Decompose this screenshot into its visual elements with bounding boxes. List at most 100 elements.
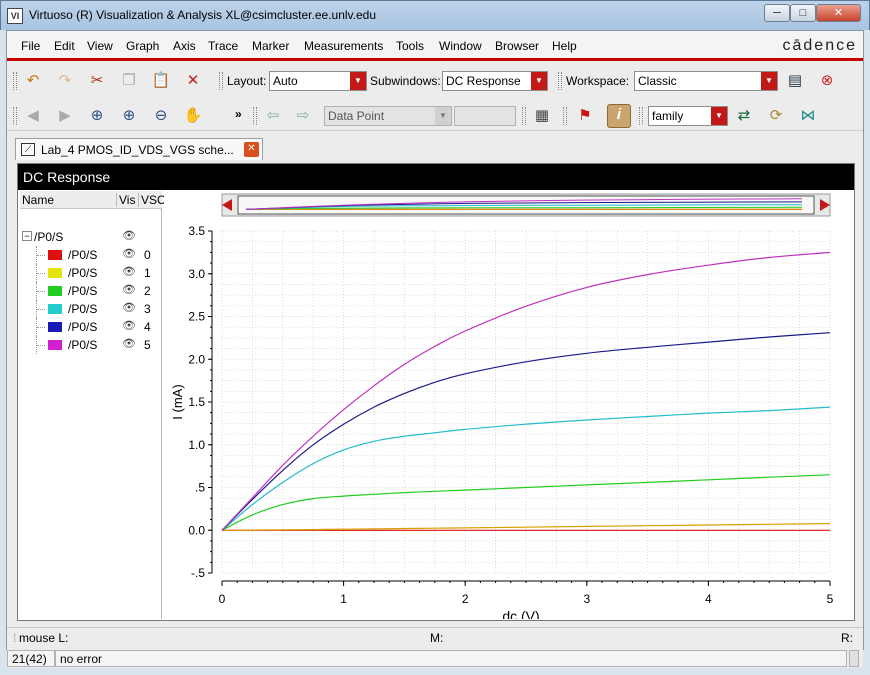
toolbar-grip[interactable] [253,107,257,125]
trace-item-3[interactable]: /P0/S 👁 3 [20,300,162,318]
y-tick-label: 0.0 [188,523,205,537]
toolbar-grip[interactable] [13,107,17,125]
toolbar-grip[interactable] [639,107,643,125]
menu-browser[interactable]: Browser [495,39,539,53]
chevron-down-icon: ▼ [761,72,777,90]
close-button[interactable]: ✕ [816,4,861,22]
redo-icon[interactable]: ↷ [55,71,75,91]
data-point-input[interactable] [454,106,516,126]
x-tick-label: 3 [583,592,590,606]
column-vis-header[interactable]: Vis [116,193,135,207]
toolbar-grip[interactable] [522,107,526,125]
zoom-out-icon[interactable]: ⊖ [151,106,171,126]
forward-icon[interactable]: ▶ [55,106,75,126]
info-icon[interactable]: i [607,104,631,128]
tree-root-row[interactable]: − /P0/S 👁 [20,228,162,246]
trace-item-2[interactable]: /P0/S 👁 2 [20,282,162,300]
menu-graph[interactable]: Graph [126,39,159,53]
collapse-icon[interactable]: − [22,231,32,241]
message-status-bar: 21(42) no error [7,648,863,668]
column-name-header[interactable]: Name [22,193,54,207]
chevron-down-icon: ▼ [435,107,451,125]
delete-workspace-icon[interactable]: ⊗ [817,71,837,91]
toolbar-grip[interactable] [563,107,567,125]
series-line-1[interactable] [221,523,831,531]
prev-marker-icon[interactable]: ⇦ [263,106,283,126]
cut-icon[interactable]: ✂ [87,71,107,91]
column-vsc-header[interactable]: VSC [138,193,166,207]
trace-item-5[interactable]: /P0/S 👁 5 [20,336,162,354]
resize-grip[interactable] [849,650,859,667]
next-marker-icon[interactable]: ⇨ [293,106,313,126]
visibility-eye-icon[interactable]: 👁 [122,283,136,297]
series-line-4[interactable] [221,332,831,531]
menu-axis[interactable]: Axis [173,39,196,53]
document-tab[interactable]: ⟋ Lab_4 PMOS_ID_VDS_VGS sche... ✕ [15,138,263,160]
refresh-icon[interactable]: ⟳ [766,106,786,126]
subwindows-select[interactable]: DC Response ▼ [442,71,548,91]
data-point-select[interactable]: Data Point ▼ [324,106,452,126]
close-tab-icon[interactable]: ✕ [244,142,259,157]
menu-measurements[interactable]: Measurements [304,39,383,53]
subwindows-value: DC Response [446,74,521,88]
tree-branch [36,246,46,264]
zoom-in-icon[interactable]: ⊕ [119,106,139,126]
visibility-eye-icon[interactable]: 👁 [122,319,136,333]
flag-icon[interactable]: ⚑ [575,106,595,126]
chevron-down-icon: ▼ [350,72,366,90]
strip-chart-icon[interactable]: ⇄ [734,106,754,126]
menu-tools[interactable]: Tools [396,39,424,53]
workspace-label: Workspace: [566,74,630,88]
mouse-right-label: R: [841,631,853,645]
minimize-button[interactable]: ─ [764,4,790,22]
tree-branch [36,318,46,336]
workspace-select[interactable]: Classic ▼ [634,71,778,91]
trace-label: /P0/S [68,284,98,298]
app-icon: VI [7,8,23,24]
pan-icon[interactable]: ✋ [183,106,203,126]
trace-tree: Name Vis VSC − /P0/S 👁 /P0/S 👁 0/P0/S 👁 1/P0… [20,191,166,619]
menu-trace[interactable]: Trace [208,39,238,53]
split-traces-icon[interactable]: ⋈ [798,106,818,126]
copy-icon[interactable]: ❐ [119,71,139,91]
y-tick-label: .5 [195,481,205,495]
menu-edit[interactable]: Edit [54,39,75,53]
dc-response-chart[interactable]: -.5 0.0 .5 1.0 1.5 2.0 2.5 3.0 3.5 0 1 2 3 4 5 dc (V) I … [164,191,854,624]
trace-item-4[interactable]: /P0/S 👁 4 [20,318,162,336]
window-title: Virtuoso (R) Visualization & Analysis XL… [29,8,377,22]
toolbar-grip[interactable] [13,72,17,90]
toolbar-overflow-button[interactable]: » [235,107,242,121]
trace-item-0[interactable]: /P0/S 👁 0 [20,246,162,264]
maximize-button[interactable]: □ [790,4,816,22]
trace-item-1[interactable]: /P0/S 👁 1 [20,264,162,282]
back-icon[interactable]: ◀ [23,106,43,126]
visibility-eye-icon[interactable]: 👁 [122,301,136,315]
layout-select[interactable]: Auto ▼ [269,71,367,91]
toolbar-grip[interactable] [219,72,223,90]
trace-label: /P0/S [68,338,98,352]
visibility-eye-icon[interactable]: 👁 [122,265,136,279]
save-workspace-icon[interactable]: ▤ [785,71,805,91]
trace-color-swatch [48,286,62,296]
undo-icon[interactable]: ↶ [23,71,43,91]
graph-area[interactable]: -.5 0.0 .5 1.0 1.5 2.0 2.5 3.0 3.5 0 1 2 3 4 5 dc (V) I … [164,191,854,624]
family-select[interactable]: family ▼ [648,106,728,126]
mouse-middle-label: M: [430,631,444,645]
paste-icon[interactable]: 📋 [151,71,171,91]
cadence-logo: cādence [782,37,857,54]
visibility-eye-icon[interactable]: 👁 [122,247,136,261]
visibility-eye-icon[interactable]: 👁 [122,229,136,243]
x-tick-label: 1 [340,592,347,606]
menu-file[interactable]: File [21,39,40,53]
zoom-fit-icon[interactable]: ⊕ [87,106,107,126]
toolbar-grip[interactable] [558,72,562,90]
visibility-eye-icon[interactable]: 👁 [122,337,136,351]
menu-view[interactable]: View [87,39,113,53]
menu-marker[interactable]: Marker [252,39,289,53]
chevron-down-icon: ▼ [531,72,547,90]
calculator-icon[interactable]: ▦ [532,106,552,126]
menu-help[interactable]: Help [552,39,577,53]
delete-icon[interactable]: ✕ [183,71,203,91]
menu-window[interactable]: Window [439,39,482,53]
layout-value: Auto [273,74,298,88]
